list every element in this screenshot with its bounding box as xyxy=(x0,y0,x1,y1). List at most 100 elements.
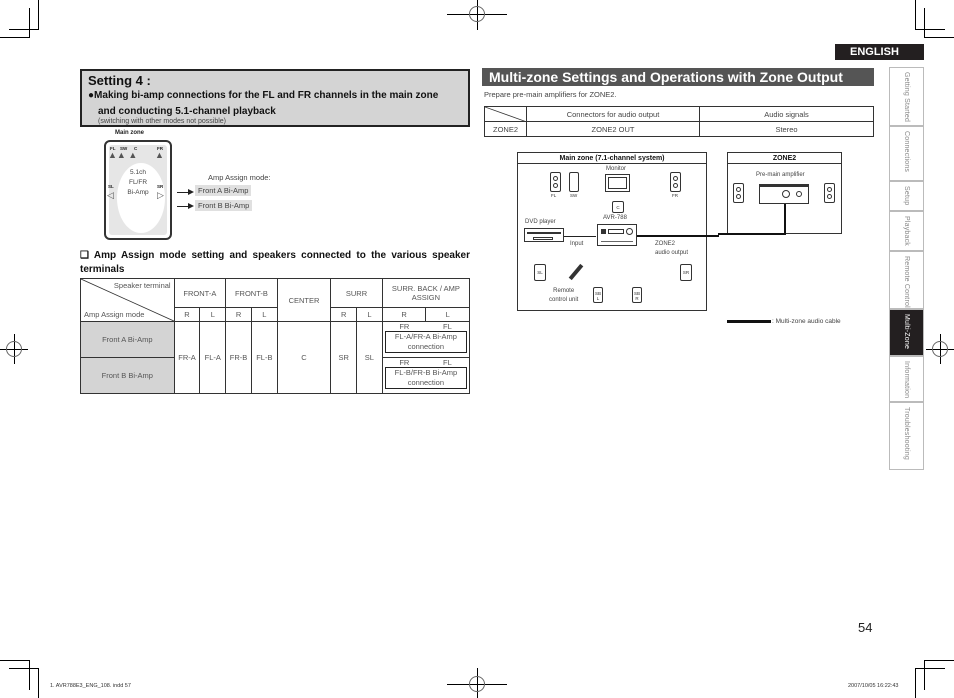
speaker-icon: ▷ xyxy=(157,190,164,200)
fr-label: FR xyxy=(672,193,678,198)
sidebar-item-multi-zone[interactable]: Multi-Zone xyxy=(889,309,924,356)
sidebar-item-remote-control[interactable]: Remote Control xyxy=(889,251,924,309)
sidebar-item-label: Playback xyxy=(903,216,910,247)
sub-header: R xyxy=(173,307,201,322)
footer-file-name: 1. AVR788E3_ENG_108. indd 57 xyxy=(50,683,131,689)
page-number: 54 xyxy=(858,620,873,635)
pre-main-amp-label: Pre-main amplifier xyxy=(756,172,805,178)
sidebar-item-label: Getting Started xyxy=(903,72,910,123)
header-surr: SURR xyxy=(330,278,383,308)
amp-assign-heading: ❑ Amp Assign mode setting and speakers c… xyxy=(80,249,470,277)
arrow-icon xyxy=(188,189,194,195)
header-audio-signals: Audio signals xyxy=(699,106,874,122)
input-cable xyxy=(564,236,596,237)
sub-header: L xyxy=(250,307,278,322)
sub-header: R xyxy=(330,307,358,322)
speaker-sl-icon: SL xyxy=(534,264,546,281)
amp-option-front-a: Front A Bi-Amp xyxy=(195,185,252,196)
sidebar-item-troubleshooting[interactable]: Troubleshooting xyxy=(889,402,924,470)
sidebar-item-label: Connections xyxy=(903,131,910,173)
header-center: CENTER xyxy=(276,278,332,322)
header-front-b: FRONT-B xyxy=(225,278,278,308)
mode-cell: Front B Bi-Amp xyxy=(80,357,175,394)
main-zone-title: Main zone (7.1-channel system) xyxy=(518,153,706,164)
input-label: Input xyxy=(570,241,584,247)
sidebar-item-information[interactable]: Information xyxy=(889,356,924,402)
main-zone-center-text: 5.1ch FL/FR Bi-Amp xyxy=(118,168,158,198)
zone2-output-label: ZONE2 audio output xyxy=(655,240,688,258)
section-title: Multi-zone Settings and Operations with … xyxy=(482,68,874,86)
cable-legend-label: : Multi-zone audio cable xyxy=(772,318,841,325)
corner-top-label: Speaker terminal xyxy=(113,281,171,290)
speaker-sw-icon xyxy=(569,172,579,192)
multi-zone-cable xyxy=(718,233,785,235)
center-text-line: Bi-Amp xyxy=(127,189,149,196)
checkbox-icon: ❑ xyxy=(80,250,89,261)
speaker-sr-icon: SR xyxy=(680,264,692,281)
avr-label: AVR-788 xyxy=(603,215,627,221)
speaker-fr-icon xyxy=(670,172,681,192)
setting-line-1: Making bi-amp connections for the FL and… xyxy=(94,90,439,101)
connection-cell: FR FL FL-B/FR-B Bi-Amp connection xyxy=(381,357,471,394)
diagonal-line xyxy=(485,107,527,122)
remote-label-line: Remote xyxy=(553,288,575,294)
amp-assign-mode-label: Amp Assign mode: xyxy=(208,173,271,182)
cell: FL-A xyxy=(199,321,227,394)
mode-cell: Front A Bi-Amp xyxy=(80,321,175,358)
cell: ZONE2 OUT xyxy=(526,121,700,137)
sw-label: SW xyxy=(570,193,578,198)
header-connectors: Connectors for audio output xyxy=(526,106,700,122)
corner-bottom-label: Amp Assign mode xyxy=(84,310,145,319)
avr-receiver-icon xyxy=(597,224,637,246)
table-corner-cell xyxy=(484,106,527,122)
sidebar-item-setup[interactable]: Setup xyxy=(889,181,924,211)
remote-label: Remote control unit xyxy=(549,287,578,305)
speaker-sbr-icon: SB R xyxy=(632,287,642,303)
sidebar-item-connections[interactable]: Connections xyxy=(889,126,924,181)
pre-main-amplifier-icon xyxy=(759,184,809,204)
cell: FR-A xyxy=(173,321,201,394)
prepare-text: Prepare pre-main amplifiers for ZONE2. xyxy=(484,90,617,99)
header-front-a: FRONT-A xyxy=(173,278,227,308)
speaker-icon: ▲ xyxy=(155,150,164,160)
sb-l: FL xyxy=(443,322,452,331)
connection-label: FL-B/FR-B Bi-Amp connection xyxy=(384,367,467,389)
sidebar-item-playback[interactable]: Playback xyxy=(889,211,924,251)
sub-header: L xyxy=(425,307,470,322)
sb-l: FL xyxy=(443,358,452,367)
sub-header: L xyxy=(199,307,227,322)
sidebar-item-label: Remote Control xyxy=(903,256,910,308)
zone2-output-line: audio output xyxy=(655,250,689,256)
sidebar-item-label: Information xyxy=(903,361,910,399)
cell: Stereo xyxy=(699,121,874,137)
setting-title: Setting 4 : xyxy=(88,73,151,88)
speaker-sl-label: SL xyxy=(108,184,114,189)
table-row: ZONE2 ZONE2 OUT Stereo xyxy=(484,121,874,137)
sbr-label: SB R xyxy=(633,291,640,301)
cell: SL xyxy=(356,321,383,394)
cell: SR xyxy=(330,321,358,394)
sub-header: R xyxy=(225,307,252,322)
sub-header: R xyxy=(381,307,427,322)
table-corner-cell: Speaker terminal Amp Assign mode xyxy=(80,278,176,322)
speaker-right-icon xyxy=(824,183,835,203)
monitor-icon xyxy=(605,174,630,192)
amp-assign-heading-text: Amp Assign mode setting and speakers con… xyxy=(80,250,470,275)
center-text-line: FL/FR xyxy=(128,179,148,186)
cable-legend-swatch xyxy=(727,320,771,323)
speaker-sbl-icon: SB L xyxy=(593,287,603,303)
cell: C xyxy=(276,321,332,394)
amp-option-front-b: Front B Bi-Amp xyxy=(195,200,253,211)
speaker-terminal-table: Speaker terminal Amp Assign mode FRONT-A… xyxy=(80,278,471,394)
sub-header: L xyxy=(356,307,383,322)
sidebar-item-getting-started[interactable]: Getting Started xyxy=(889,67,924,126)
speaker-icon: ▲▲ ▲ xyxy=(108,150,138,160)
sl-label: SL xyxy=(537,270,543,275)
sidebar-item-label: Multi-Zone xyxy=(903,314,910,350)
footer-timestamp: 2007/10/05 16:22:43 xyxy=(848,683,899,689)
c-label: C xyxy=(616,205,620,210)
arrow-icon xyxy=(188,203,194,209)
multi-zone-cable xyxy=(784,204,786,235)
cell: FL-B xyxy=(250,321,278,394)
fl-label: FL xyxy=(551,193,557,198)
